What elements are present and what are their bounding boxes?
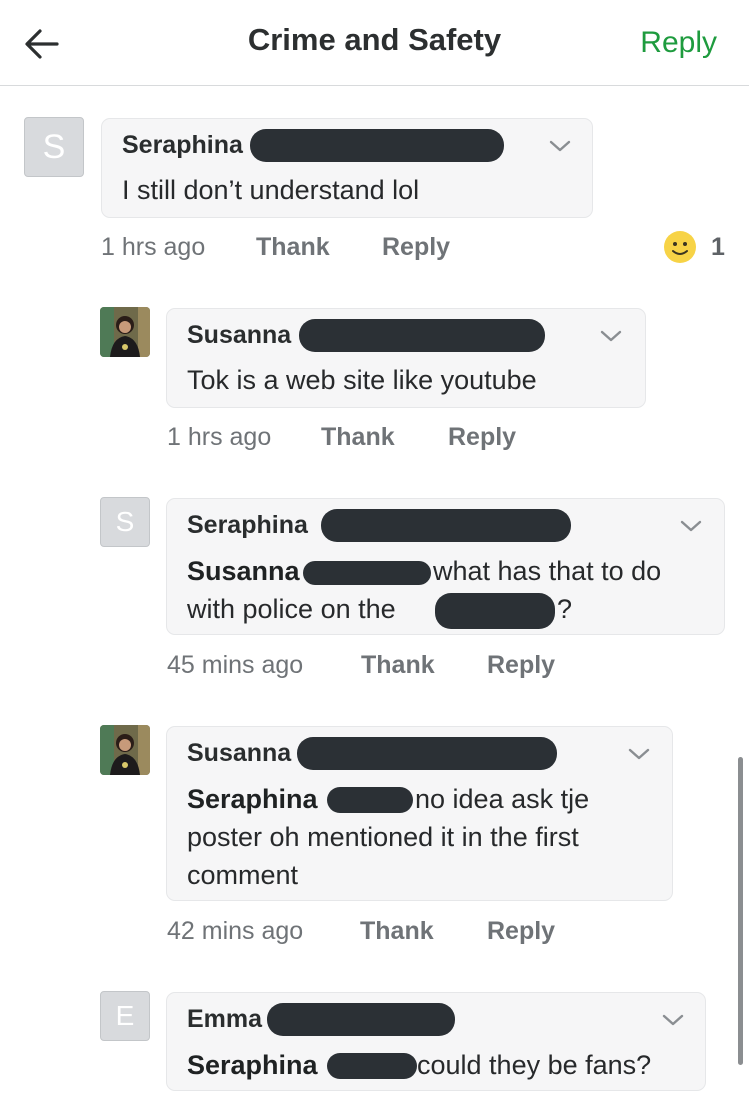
reply-button[interactable]: Reply <box>448 423 516 452</box>
avatar-initial: E <box>115 1000 135 1031</box>
comment-text-line: Susanna <box>187 552 300 590</box>
reaction-count: 1 <box>711 233 725 261</box>
avatar-initial: S <box>115 506 135 537</box>
chevron-down-icon[interactable] <box>546 136 574 156</box>
thank-button[interactable]: Thank <box>256 233 330 262</box>
redacted-mention-surname <box>327 787 413 813</box>
avatar[interactable] <box>100 725 150 775</box>
redacted-surname <box>250 129 504 162</box>
comment-text: Tok is a web site like youtube <box>187 365 537 395</box>
comment-author[interactable]: Emma <box>187 1005 262 1034</box>
smiley-reaction-icon[interactable] <box>663 230 697 264</box>
page-title: Crime and Safety <box>247 22 502 57</box>
mention-link[interactable]: Seraphina <box>187 784 318 814</box>
comment-author[interactable]: Seraphina <box>187 511 308 540</box>
chevron-down-icon[interactable] <box>659 1010 687 1030</box>
mention-link[interactable]: Seraphina <box>187 1050 318 1080</box>
chevron-down-icon[interactable] <box>597 326 625 346</box>
comment-author[interactable]: Susanna <box>187 739 291 768</box>
reply-button[interactable]: Reply <box>487 651 555 680</box>
mention-link[interactable]: Susanna <box>187 556 300 586</box>
redacted-mention-surname <box>303 561 431 585</box>
redacted-surname <box>297 737 557 770</box>
comment-bubble: Seraphina Susanna what has that to do wi… <box>166 498 725 635</box>
comment-text-line: what has that to do <box>433 556 662 586</box>
redacted-location <box>435 593 555 629</box>
comment-author[interactable]: Susanna <box>187 321 291 350</box>
comment-text-line: comment <box>187 860 299 890</box>
comment-text-line: ? <box>557 594 573 624</box>
redacted-mention-surname <box>327 1053 417 1079</box>
comment-timestamp: 45 mins ago <box>167 651 304 679</box>
thank-button[interactable]: Thank <box>321 423 395 452</box>
chevron-down-icon[interactable] <box>677 516 705 536</box>
comment-timestamp: 1 hrs ago <box>167 423 272 451</box>
reply-button[interactable]: Reply <box>382 233 450 262</box>
comment-text-line: poster oh mentioned it in the first <box>187 822 579 852</box>
redacted-surname <box>321 509 571 542</box>
comment-text-line: Seraphina <box>187 780 318 818</box>
thank-button[interactable]: Thank <box>361 651 435 680</box>
chevron-down-icon[interactable] <box>625 744 653 764</box>
avatar[interactable]: E <box>100 991 150 1041</box>
comment-timestamp: 42 mins ago <box>167 917 304 945</box>
profile-photo-icon <box>100 307 150 357</box>
avatar[interactable] <box>100 307 150 357</box>
redacted-surname <box>299 319 545 352</box>
comment-text-line: with police on the <box>187 594 396 624</box>
comment-author[interactable]: Seraphina <box>122 131 243 160</box>
header-reply-button[interactable]: Reply <box>640 26 717 60</box>
profile-photo-icon <box>100 725 150 775</box>
reply-button[interactable]: Reply <box>487 917 555 946</box>
thank-button[interactable]: Thank <box>360 917 434 946</box>
scrollbar[interactable] <box>738 757 743 1065</box>
avatar[interactable]: S <box>100 497 150 547</box>
comment-text-line: no idea ask tje <box>415 784 590 814</box>
comment-bubble: Seraphina I still don’t understand lol <box>101 118 593 218</box>
comment-text: I still don’t understand lol <box>122 175 420 205</box>
avatar[interactable]: S <box>24 117 84 177</box>
top-bar: Crime and Safety Reply <box>0 0 749 86</box>
comment-text-line: Seraphina <box>187 1046 318 1084</box>
comment-bubble: Susanna Tok is a web site like youtube <box>166 308 646 408</box>
avatar-initial: S <box>42 127 66 166</box>
comment-timestamp: 1 hrs ago <box>101 233 206 261</box>
redacted-surname <box>267 1003 455 1036</box>
comment-bubble: Emma Seraphina could they be fans? <box>166 992 706 1091</box>
comment-bubble: Susanna Seraphina no idea ask tje poster… <box>166 726 673 901</box>
comment-text-line: could they be fans? <box>417 1050 652 1080</box>
